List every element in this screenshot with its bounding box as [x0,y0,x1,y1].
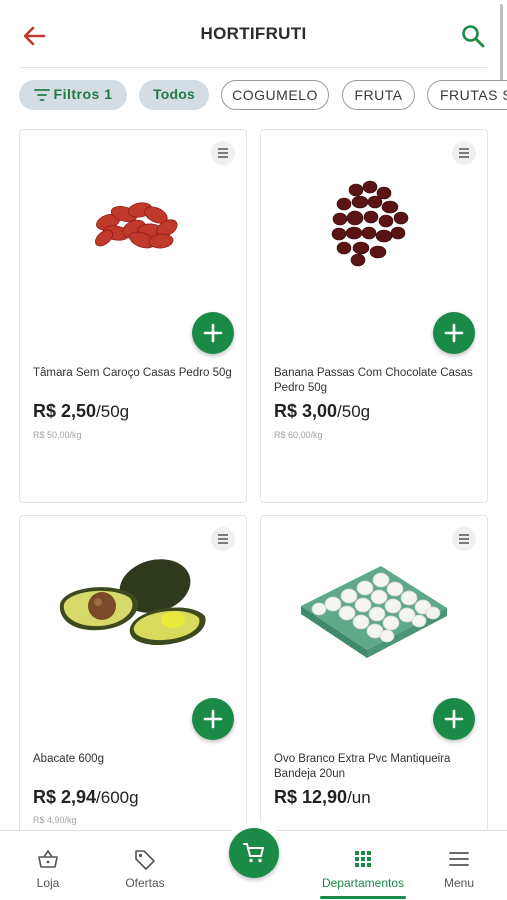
price-unit: /600g [96,788,139,807]
add-to-cart-button[interactable] [192,312,234,354]
basket-icon [38,849,58,868]
plus-icon [203,709,223,729]
price-value: R$ 2,94 [33,787,97,807]
cart-button[interactable] [229,828,279,878]
cart-icon [243,843,264,863]
add-to-cart-button[interactable] [433,312,475,354]
active-tab-indicator [320,896,406,899]
filters-label: Filtros [53,86,100,102]
nav-label: Loja [36,876,60,890]
search-icon[interactable] [459,22,487,50]
product-card[interactable]: Abacate 600g R$ 2,94/600g R$ 4,90/kg [19,515,247,845]
nav-loja[interactable]: Loja [18,831,78,900]
chip-cogumelo[interactable]: COGUMELO [221,80,329,110]
price-value: R$ 2,50 [33,401,97,421]
product-card[interactable]: Tâmara Sem Caroço Casas Pedro 50g R$ 2,5… [19,129,247,503]
plus-icon [203,323,223,343]
product-card[interactable]: Ovo Branco Extra Pvc Mantiqueira Bandeja… [260,515,488,845]
list-icon[interactable] [211,527,235,551]
unit-price: R$ 4,90/kg [33,815,77,825]
nav-label: Menu [443,876,475,890]
scrollbar[interactable] [500,4,503,82]
list-icon[interactable] [452,141,476,165]
product-card[interactable]: Banana Passas Com Chocolate Casas Pedro … [260,129,488,503]
unit-price: R$ 60,00/kg [274,430,323,440]
page-title: HORTIFRUTI [200,24,307,43]
product-price: R$ 2,50/50g [33,401,129,422]
plus-icon [444,709,464,729]
price-unit: /un [347,788,371,807]
nav-ofertas[interactable]: Ofertas [114,831,176,900]
filters-button[interactable]: Filtros 1 [19,80,127,110]
header-divider [20,67,487,68]
nav-departamentos[interactable]: Departamentos [313,831,413,900]
price-unit: /50g [96,402,130,421]
app-header: HORTIFRUTI [0,0,507,68]
add-to-cart-button[interactable] [192,698,234,740]
tag-icon [135,850,155,870]
chip-frutas-secas[interactable]: FRUTAS S [427,80,507,110]
nav-menu[interactable]: Menu [431,831,487,900]
product-price: R$ 2,94/600g [33,787,139,808]
add-to-cart-button[interactable] [433,698,475,740]
price-unit: /50g [337,402,371,421]
product-price: R$ 3,00/50g [274,401,370,422]
price-value: R$ 12,90 [274,787,348,807]
list-icon[interactable] [211,141,235,165]
product-price: R$ 12,90/un [274,787,371,808]
chip-todos[interactable]: Todos [139,80,209,110]
product-name: Banana Passas Com Chocolate Casas Pedro … [274,367,473,394]
product-name: Abacate 600g [33,753,104,765]
chip-fruta[interactable]: FRUTA [342,80,415,110]
price-value: R$ 3,00 [274,401,338,421]
filters-count: 1 [104,86,113,102]
product-name: Ovo Branco Extra Pvc Mantiqueira Bandeja… [274,753,451,780]
product-name: Tâmara Sem Caroço Casas Pedro 50g [33,367,232,379]
list-icon[interactable] [452,527,476,551]
filter-icon [33,89,50,102]
plus-icon [444,323,464,343]
hamburger-icon [449,852,469,866]
grid-icon [355,851,371,867]
nav-label: Ofertas [125,876,165,890]
filter-chip-bar: Filtros 1 Todos COGUMELO FRUTA FRUTAS S [0,80,507,112]
nav-label: Departamentos [321,876,405,890]
unit-price: R$ 50,00/kg [33,430,82,440]
